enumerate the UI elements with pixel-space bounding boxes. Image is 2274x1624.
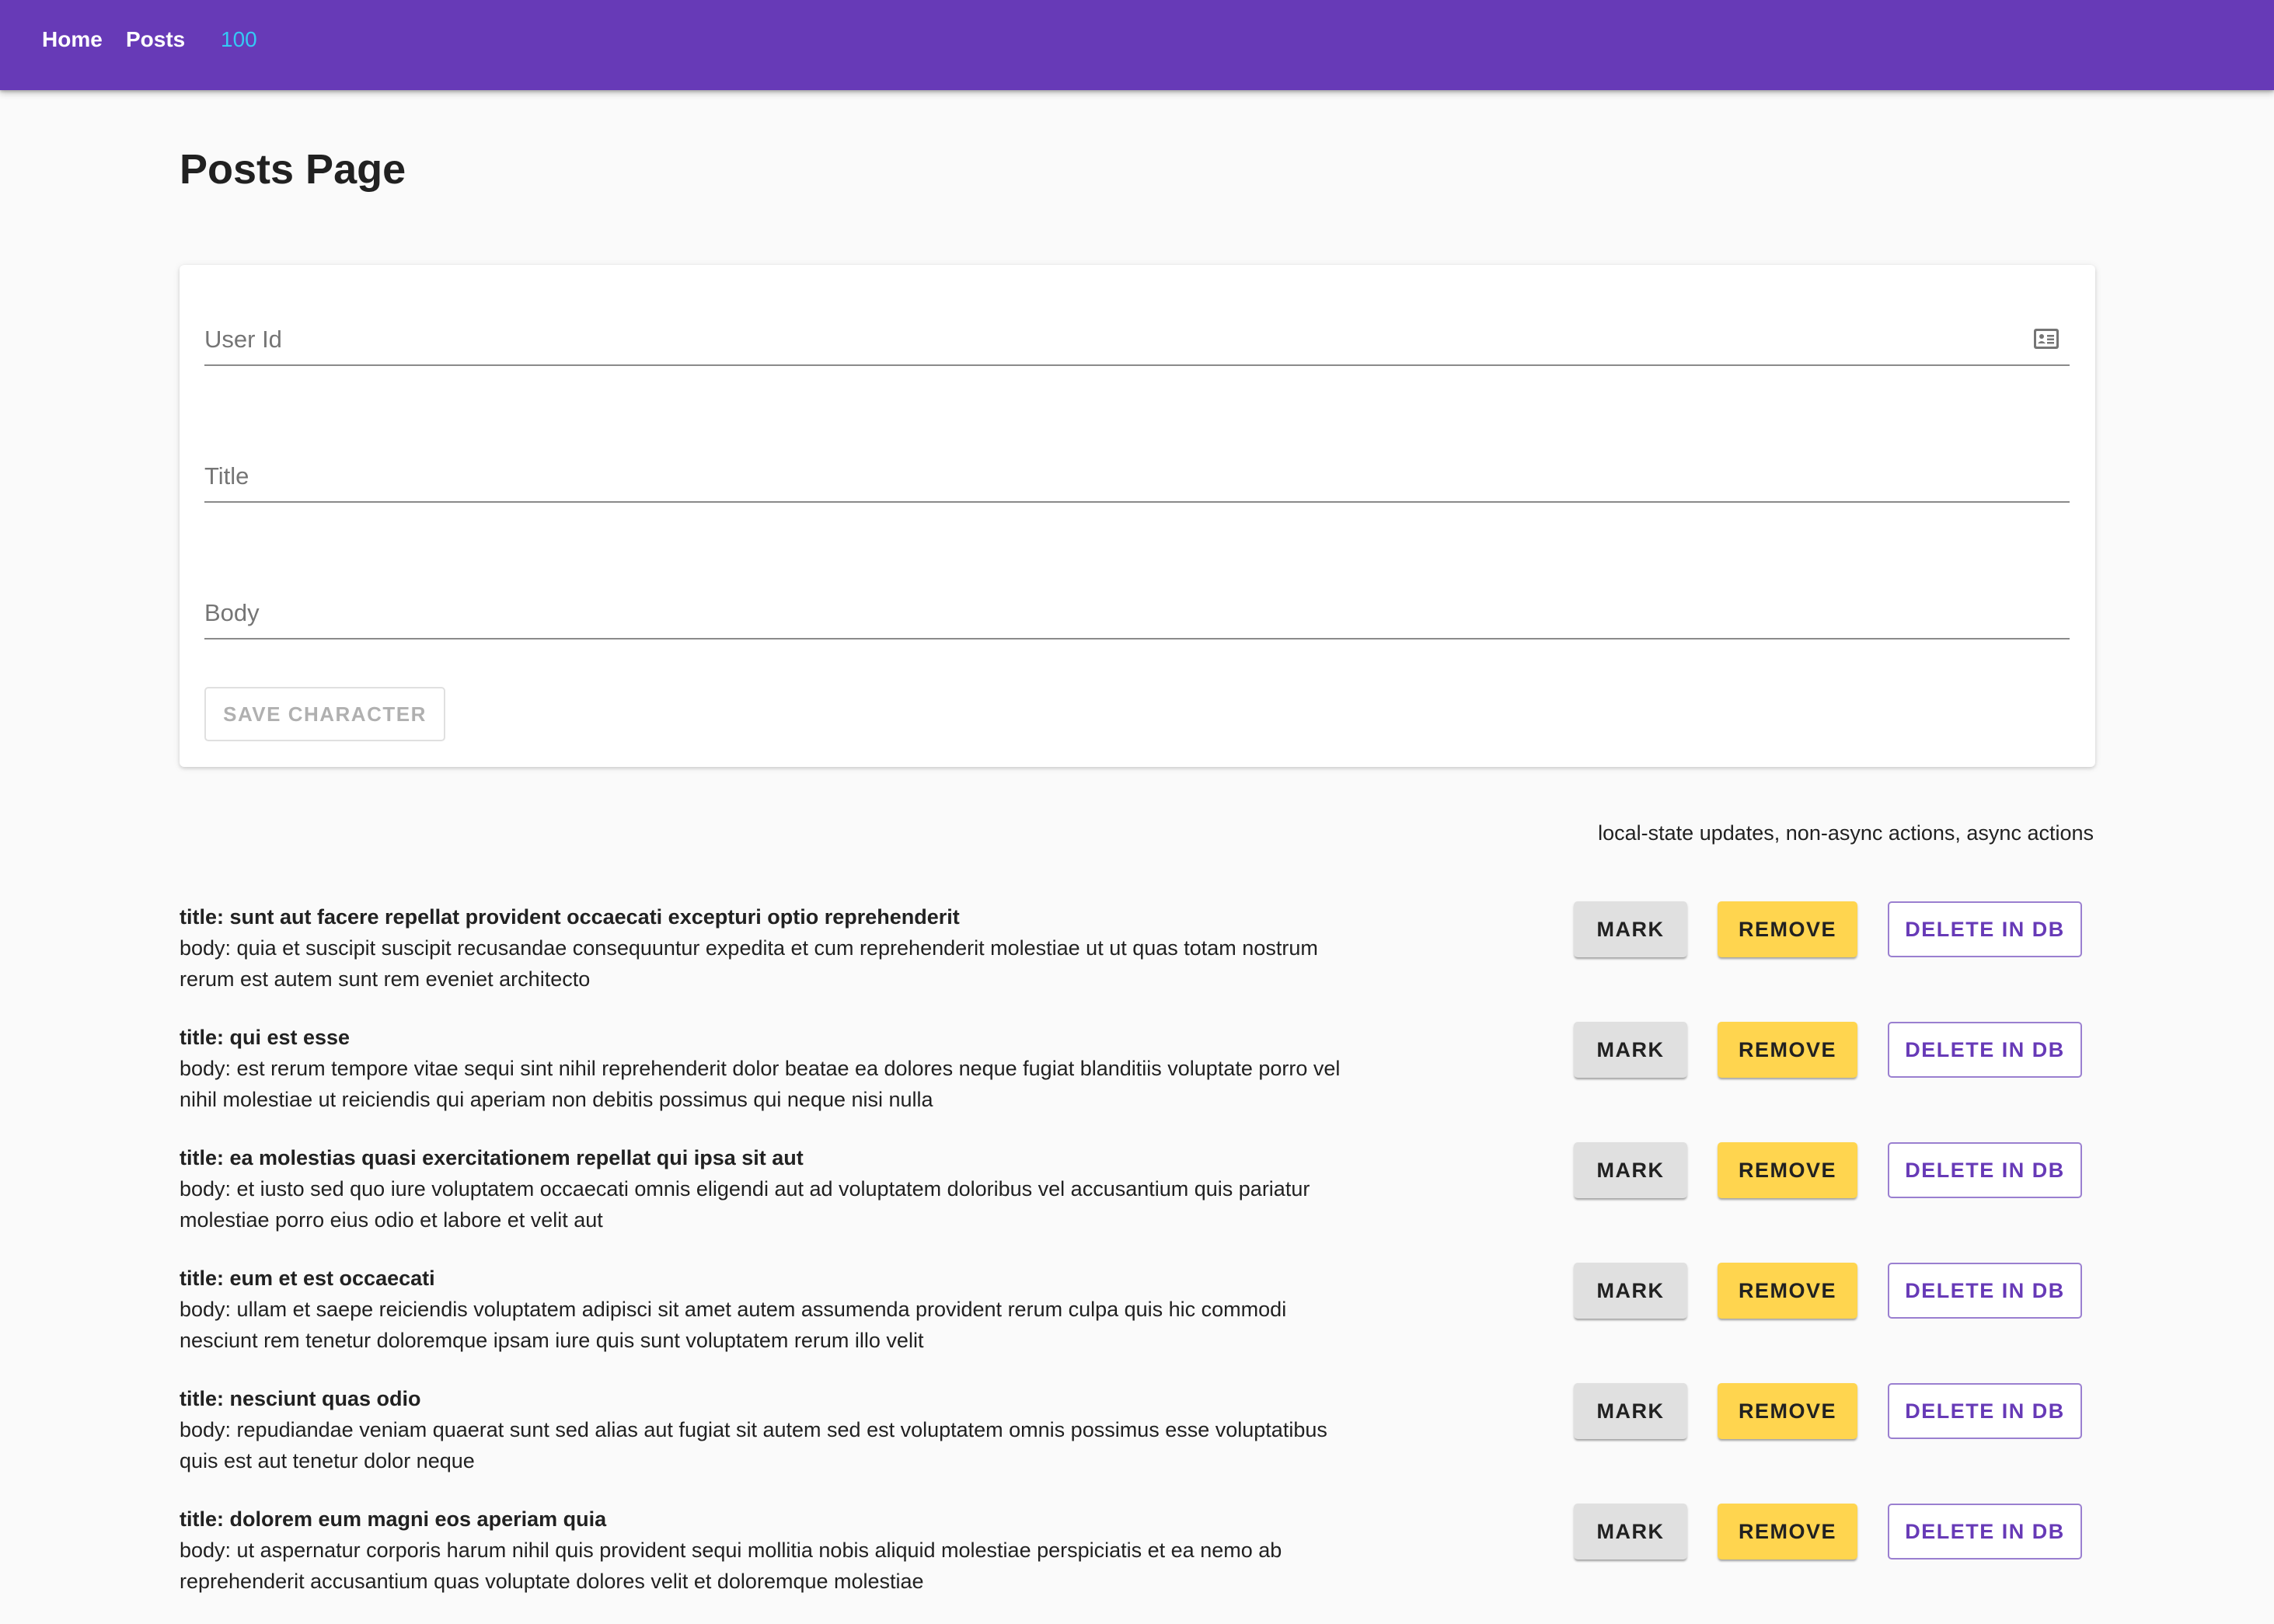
nav-posts-link[interactable]: Posts [126,28,185,51]
mark-button[interactable]: MARK [1574,1263,1687,1319]
post-row: title: eum et est occaecati body: ullam … [180,1263,2095,1383]
post-row: title: dolorem eum magni eos aperiam qui… [180,1504,2095,1624]
contact-card-icon [2034,329,2059,349]
post-title: title: qui est esse [180,1026,351,1049]
actions-caption: local-state updates, non-async actions, … [1598,821,2094,845]
body-field [204,591,2070,639]
remove-button[interactable]: REMOVE [1718,1383,1857,1439]
delete-in-db-button[interactable]: DELETE IN DB [1888,1504,2082,1560]
remove-button[interactable]: REMOVE [1718,1142,1857,1198]
post-text: title: nesciunt quas odio body: repudian… [180,1383,1345,1476]
mark-button[interactable]: MARK [1574,1022,1687,1078]
delete-in-db-button[interactable]: DELETE IN DB [1888,1263,2082,1319]
post-text: title: ea molestias quasi exercitationem… [180,1142,1345,1235]
post-row: title: sunt aut facere repellat providen… [180,901,2095,1022]
remove-button[interactable]: REMOVE [1718,1504,1857,1560]
post-body: body: ullam et saepe reiciendis voluptat… [180,1298,1287,1352]
remove-button[interactable]: REMOVE [1718,901,1857,957]
title-field [204,455,2070,503]
remove-button[interactable]: REMOVE [1718,1263,1857,1319]
delete-in-db-button[interactable]: DELETE IN DB [1888,1383,2082,1439]
post-row: title: ea molestias quasi exercitationem… [180,1142,2095,1263]
post-title: title: sunt aut facere repellat providen… [180,905,960,929]
post-body: body: quia et suscipit suscipit recusand… [180,936,1318,991]
post-body: body: repudiandae veniam quaerat sunt se… [180,1418,1327,1472]
page-title: Posts Page [180,146,406,193]
mark-button[interactable]: MARK [1574,901,1687,957]
post-title: title: dolorem eum magni eos aperiam qui… [180,1507,607,1531]
user-id-field [204,318,2070,366]
delete-in-db-button[interactable]: DELETE IN DB [1888,901,2082,957]
post-title: title: ea molestias quasi exercitationem… [180,1146,804,1169]
remove-button[interactable]: REMOVE [1718,1022,1857,1078]
mark-button[interactable]: MARK [1574,1142,1687,1198]
delete-in-db-button[interactable]: DELETE IN DB [1888,1022,2082,1078]
post-body: body: et iusto sed quo iure voluptatem o… [180,1177,1310,1232]
post-text: title: dolorem eum magni eos aperiam qui… [180,1504,1345,1597]
post-text: title: qui est esse body: est rerum temp… [180,1022,1345,1115]
title-input[interactable] [204,455,2015,498]
post-body: body: ut aspernatur corporis harum nihil… [180,1539,1282,1593]
post-text: title: sunt aut facere repellat providen… [180,901,1345,995]
post-row: title: qui est esse body: est rerum temp… [180,1022,2095,1142]
mark-button[interactable]: MARK [1574,1504,1687,1560]
post-text: title: eum et est occaecati body: ullam … [180,1263,1345,1356]
post-title: title: eum et est occaecati [180,1267,435,1290]
delete-in-db-button[interactable]: DELETE IN DB [1888,1142,2082,1198]
save-character-button[interactable]: SAVE CHARACTER [204,687,445,741]
post-list: title: sunt aut facere repellat providen… [180,901,2095,1624]
top-app-bar: Home Posts 100 [0,0,2274,90]
nav-home-link[interactable]: Home [42,28,103,51]
mark-button[interactable]: MARK [1574,1383,1687,1439]
post-body: body: est rerum tempore vitae sequi sint… [180,1057,1341,1111]
post-row: title: nesciunt quas odio body: repudian… [180,1383,2095,1504]
post-title: title: nesciunt quas odio [180,1387,421,1410]
body-input[interactable] [204,591,2015,635]
user-id-input[interactable] [204,318,2015,361]
counter-value: 100 [221,27,257,51]
post-form-card: SAVE CHARACTER [180,265,2095,767]
